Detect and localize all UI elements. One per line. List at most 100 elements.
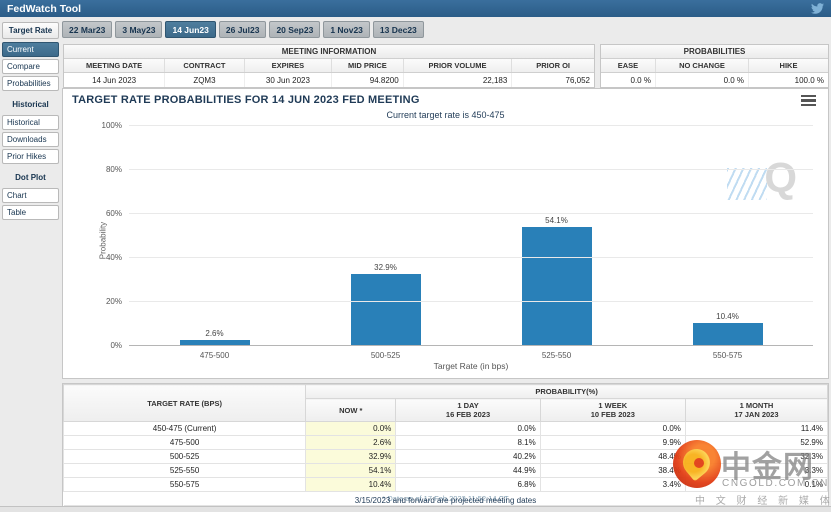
meeting-value-mid-price: 94.8200	[332, 73, 404, 88]
meeting-tab-bar: 22 Mar233 May2314 Jun2326 Jul2320 Sep231…	[62, 21, 427, 38]
meeting-header-prior-oi: PRIOR OI	[512, 59, 594, 73]
chart-panel: TARGET RATE PROBABILITIES FOR 14 JUN 202…	[62, 88, 829, 379]
probability-cell: 48.4%	[540, 450, 685, 464]
sidebar-section-target-rate: Target Rate	[2, 22, 59, 39]
y-tick-80: 80%	[89, 165, 129, 174]
probability-cell: 38.4%	[540, 464, 685, 478]
sidebar-item-table[interactable]: Table	[2, 205, 59, 220]
tab-3-may23[interactable]: 3 May23	[115, 21, 162, 38]
chart-menu-icon[interactable]	[801, 95, 816, 108]
sidebar-item-probabilities[interactable]: Probabilities	[2, 76, 59, 91]
probability-cell: 54.1%	[306, 464, 396, 478]
column-header-line1: NOW *	[306, 406, 395, 415]
bar-550-575	[693, 323, 763, 346]
gridline-100	[129, 125, 813, 126]
x-axis-title: Target Rate (in bps)	[129, 361, 813, 371]
sidebar-item-downloads[interactable]: Downloads	[2, 132, 59, 147]
meeting-header-mid-price: MID PRICE	[332, 59, 404, 73]
bar-value-label: 2.6%	[205, 329, 223, 338]
app-title: FedWatch Tool	[7, 3, 81, 15]
history-table-body: 450-475 (Current)0.0%0.0%0.0%11.4%475-50…	[64, 422, 828, 492]
x-tick-525-550: 525-550	[471, 346, 642, 360]
sidebar-item-compare[interactable]: Compare	[2, 59, 59, 74]
probability-history-table: TARGET RATE (BPS) PROBABILITY(%) NOW *1 …	[63, 384, 828, 506]
sidebar-item-current[interactable]: Current	[2, 42, 59, 57]
x-tick-550-575: 550-575	[642, 346, 813, 360]
probability-history-panel: TARGET RATE (BPS) PROBABILITY(%) NOW *1 …	[62, 383, 829, 507]
column-header-line1: 1 WEEK	[541, 401, 685, 410]
meeting-value-prior-volume: 22,183	[403, 73, 512, 88]
bar-series: 2.6% 32.9%54.1%10.4%	[129, 126, 813, 346]
column-header-1-month: 1 MONTH17 JAN 2023	[685, 399, 827, 422]
meeting-header-meeting-date: MEETING DATE	[64, 59, 165, 73]
probability-cell: 0.1%	[685, 478, 827, 492]
rate-cell: 500-525	[64, 450, 306, 464]
bar-slot-525-550: 54.1%	[471, 126, 642, 346]
bar-slot-550-575: 10.4%	[642, 126, 813, 346]
tab-26-jul23[interactable]: 26 Jul23	[219, 21, 267, 38]
bar-slot-475-500: 2.6%	[129, 126, 300, 346]
chart-subtitle: Current target rate is 450-475	[63, 110, 828, 120]
bar-slot-500-525: 32.9%	[300, 126, 471, 346]
chart-title: TARGET RATE PROBABILITIES FOR 14 JUN 202…	[72, 94, 420, 106]
tab-22-mar23[interactable]: 22 Mar23	[62, 21, 112, 38]
prob-value-ease: 0.0 %	[601, 73, 655, 88]
prob-header-hike: HIKE	[749, 59, 828, 73]
y-tick-0: 0%	[89, 341, 129, 350]
meeting-value-prior-oi: 76,052	[512, 73, 594, 88]
probability-cell: 6.8%	[396, 478, 540, 492]
tab-20-sep23[interactable]: 20 Sep23	[269, 21, 320, 38]
twitter-icon[interactable]	[811, 2, 824, 15]
table-row: 500-52532.9%40.2%48.4%32.3%	[64, 450, 828, 464]
probability-cell: 32.9%	[306, 450, 396, 464]
gridline-0	[129, 345, 813, 346]
column-header-line2: 10 FEB 2023	[541, 410, 685, 419]
projected-dates-note: 3/15/2023 and forward are projected meet…	[62, 496, 829, 505]
meeting-value-meeting-date: 14 Jun 2023	[64, 73, 165, 88]
bar-chart-plot: Probability Q 2.6%32.9%54.1%10.4% 475-50…	[129, 126, 813, 346]
probability-cell: 11.4%	[685, 422, 827, 436]
sidebar-item-prior-hikes[interactable]: Prior Hikes	[2, 149, 59, 164]
sidebar-item-historical[interactable]: Historical	[2, 115, 59, 130]
meeting-value-expires: 30 Jun 2023	[244, 73, 331, 88]
probability-cell: 3.4%	[540, 478, 685, 492]
meeting-value-row: 14 Jun 2023ZQM330 Jun 202394.820022,1837…	[64, 73, 594, 88]
x-tick-500-525: 500-525	[300, 346, 471, 360]
probability-cell: 9.9%	[540, 436, 685, 450]
probability-cell: 52.9%	[685, 436, 827, 450]
y-tick-60: 60%	[89, 209, 129, 218]
rate-cell: 525-550	[64, 464, 306, 478]
table-row: 475-5002.6%8.1%9.9%52.9%	[64, 436, 828, 450]
table-row: 550-57510.4%6.8%3.4%0.1%	[64, 478, 828, 492]
gridline-20	[129, 301, 813, 302]
meeting-value-contract: ZQM3	[165, 73, 245, 88]
sidebar-item-chart[interactable]: Chart	[2, 188, 59, 203]
probabilities-title: PROBABILITIES	[601, 45, 828, 59]
probability-cell: 0.0%	[306, 422, 396, 436]
tab-1-nov23[interactable]: 1 Nov23	[323, 21, 370, 38]
table-row: 525-55054.1%44.9%38.4%3.3%	[64, 464, 828, 478]
meeting-header-row: MEETING DATECONTRACTEXPIRESMID PRICEPRIO…	[64, 59, 594, 73]
y-tick-100: 100%	[89, 121, 129, 130]
tab-14-jun23[interactable]: 14 Jun23	[165, 21, 215, 38]
sidebar: Target Rate Current Compare Probabilities Hi…	[2, 22, 59, 222]
column-header-line2: 17 JAN 2023	[686, 410, 827, 419]
probabilities-panel: PROBABILITIES EASENO CHANGEHIKE0.0 %0.0 …	[600, 44, 829, 88]
target-rate-column-header: TARGET RATE (BPS)	[64, 385, 306, 422]
gridline-60	[129, 213, 813, 214]
probability-cell: 2.6%	[306, 436, 396, 450]
title-bar: FedWatch Tool	[0, 0, 831, 17]
probability-cell: 44.9%	[396, 464, 540, 478]
tab-13-dec23[interactable]: 13 Dec23	[373, 21, 424, 38]
y-tick-20: 20%	[89, 297, 129, 306]
probability-group-header: PROBABILITY(%)	[306, 385, 828, 399]
x-tick-475-500: 475-500	[129, 346, 300, 360]
probability-cell: 0.0%	[396, 422, 540, 436]
rate-cell: 450-475 (Current)	[64, 422, 306, 436]
column-header-1-day: 1 DAY16 FEB 2023	[396, 399, 540, 422]
prob-value-no-change: 0.0 %	[655, 73, 748, 88]
probability-cell: 40.2%	[396, 450, 540, 464]
column-header-line2: 16 FEB 2023	[396, 410, 539, 419]
probability-cell: 32.3%	[685, 450, 827, 464]
bar-525-550	[522, 227, 592, 346]
